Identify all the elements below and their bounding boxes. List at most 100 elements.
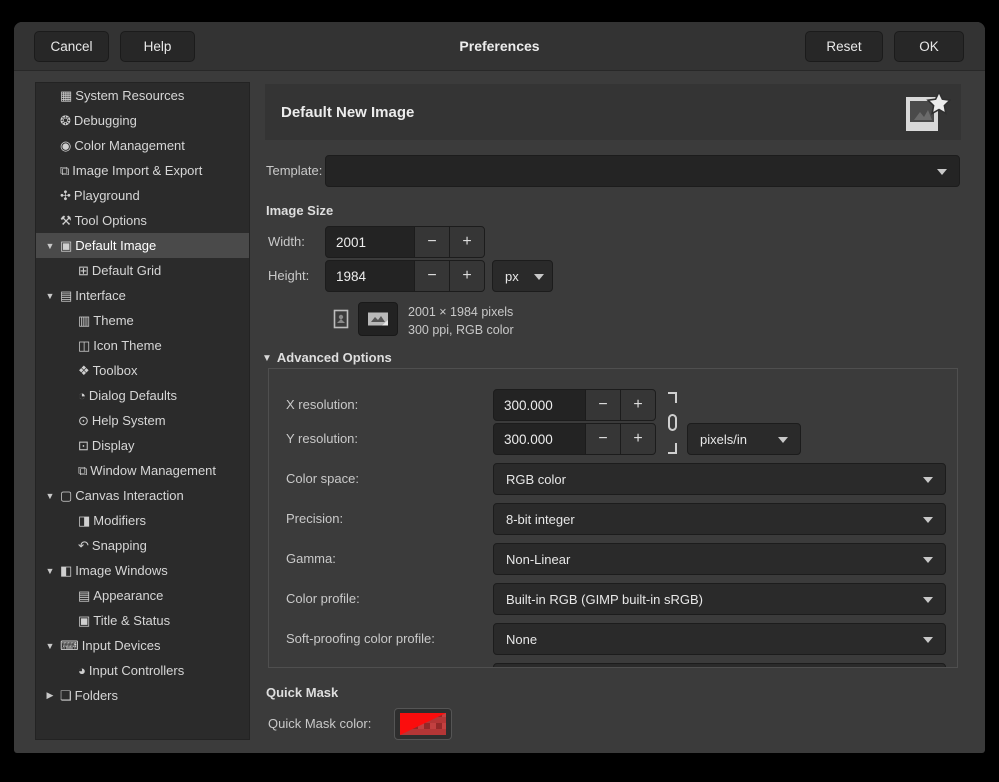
landscape-orientation-button[interactable] (358, 302, 398, 336)
help-system-icon: ⊙ (78, 414, 89, 427)
height-decrement-button[interactable]: − (414, 261, 449, 291)
sidebar-item-input-devices[interactable]: ▼⌨Input Devices (36, 633, 249, 658)
folders-icon: ❏ (60, 689, 72, 702)
height-label: Height: (268, 260, 309, 292)
window-management-icon: ⧉ (78, 464, 87, 477)
reset-button[interactable]: Reset (805, 31, 883, 62)
sidebar-item-label: Image Windows (75, 558, 167, 583)
display-icon: ⊡ (78, 439, 89, 452)
y-resolution-increment-button[interactable]: + (620, 424, 655, 454)
sidebar-item-display[interactable]: ⊡Display (36, 433, 249, 458)
sidebar-item-default-image[interactable]: ▼▣Default Image (36, 233, 249, 258)
sidebar-item-label: Input Devices (82, 633, 161, 658)
sidebar-item-image-import-export[interactable]: ⧉Image Import & Export (36, 158, 249, 183)
toolbox-icon: ❖ (78, 364, 90, 377)
height-increment-button[interactable]: + (449, 261, 484, 291)
sidebar-item-theme[interactable]: ▥Theme (36, 308, 249, 333)
sidebar-item-folders[interactable]: ▶❏Folders (36, 683, 249, 708)
color-profile-label: Color profile: (286, 583, 360, 615)
chevron-down-icon (923, 637, 933, 643)
chevron-down-icon (923, 597, 933, 603)
playground-icon: ✣ (60, 189, 71, 202)
sidebar-item-label: Color Management (74, 133, 185, 158)
sidebar-item-canvas-interaction[interactable]: ▼▢Canvas Interaction (36, 483, 249, 508)
gamma-combobox[interactable]: Non-Linear (493, 543, 946, 575)
height-input[interactable]: 1984 (326, 261, 414, 291)
sidebar-item-interface[interactable]: ▼ ▤Interface (36, 283, 249, 308)
sidebar-item-playground[interactable]: ✣Playground (36, 183, 249, 208)
resolution-unit-value: pixels/in (700, 432, 747, 447)
help-button[interactable]: Help (120, 31, 195, 62)
x-resolution-increment-button[interactable]: + (620, 390, 655, 420)
sidebar-item-modifiers[interactable]: ◨Modifiers (36, 508, 249, 533)
sidebar-item-label: Canvas Interaction (75, 483, 183, 508)
portrait-orientation-button[interactable] (328, 302, 354, 336)
color-space-label: Color space: (286, 463, 359, 495)
chevron-down-icon (923, 557, 933, 563)
expander-open-icon[interactable]: ▼ (44, 491, 56, 501)
sidebar-item-title-status[interactable]: ▣Title & Status (36, 608, 249, 633)
preferences-category-tree: ▦System Resources❂Debugging◉Color Manage… (35, 82, 250, 740)
color-space-combobox[interactable]: RGB color (493, 463, 946, 495)
default-new-image-icon (901, 90, 951, 141)
ok-button[interactable]: OK (894, 31, 964, 62)
sidebar-item-tool-options[interactable]: ⚒Tool Options (36, 208, 249, 233)
sidebar-item-icon-theme[interactable]: ◫Icon Theme (36, 333, 249, 358)
cancel-button[interactable]: Cancel (34, 31, 109, 62)
sidebar-item-label: Window Management (90, 458, 216, 483)
expander-open-icon[interactable]: ▼ (44, 241, 56, 251)
color-profile-combobox[interactable]: Built-in RGB (GIMP built-in sRGB) (493, 583, 946, 615)
soft-proofing-color-profile-combobox[interactable]: None (493, 623, 946, 655)
advanced-options-expander[interactable]: ▼Advanced Options (262, 350, 392, 365)
y-resolution-decrement-button[interactable]: − (585, 424, 620, 454)
x-resolution-label: X resolution: (286, 389, 358, 421)
resolution-chain-link-icon[interactable] (665, 391, 679, 460)
clipped-combobox[interactable] (493, 663, 946, 668)
size-unit-combobox[interactable]: px (492, 260, 553, 292)
dialog-defaults-icon: ◔ (78, 389, 86, 402)
width-increment-button[interactable]: + (449, 227, 484, 257)
icon-theme-icon: ◫ (78, 339, 90, 352)
quick-mask-color-button[interactable] (394, 708, 452, 740)
input-controllers-icon: ◕ (78, 664, 86, 677)
sidebar-item-label: Interface (75, 283, 126, 308)
width-label: Width: (268, 226, 305, 258)
sidebar-item-toolbox[interactable]: ❖Toolbox (36, 358, 249, 383)
expander-open-icon[interactable]: ▼ (44, 566, 56, 576)
resolution-unit-combobox[interactable]: pixels/in (687, 423, 801, 455)
image-import-export-icon: ⧉ (60, 164, 69, 177)
sidebar-item-input-controllers[interactable]: ◕Input Controllers (36, 658, 249, 683)
x-resolution-input[interactable]: 300.000 (494, 390, 585, 420)
sidebar-item-window-management[interactable]: ⧉Window Management (36, 458, 249, 483)
sidebar-item-image-windows[interactable]: ▼◧Image Windows (36, 558, 249, 583)
template-combobox[interactable] (325, 155, 960, 187)
sidebar-item-dialog-defaults[interactable]: ◔Dialog Defaults (36, 383, 249, 408)
sidebar-item-system-resources[interactable]: ▦System Resources (36, 83, 249, 108)
advanced-options-heading: Advanced Options (277, 350, 392, 365)
y-resolution-input[interactable]: 300.000 (494, 424, 585, 454)
image-size-summary-resolution: 300 ppi, RGB color (408, 323, 514, 337)
gamma-value: Non-Linear (506, 552, 570, 567)
expander-open-icon[interactable]: ▼ (44, 641, 56, 651)
precision-value: 8-bit integer (506, 512, 575, 527)
expander-open-icon[interactable]: ▼ (44, 291, 56, 301)
x-resolution-decrement-button[interactable]: − (585, 390, 620, 420)
sidebar-item-help-system[interactable]: ⊙Help System (36, 408, 249, 433)
color-profile-value: Built-in RGB (GIMP built-in sRGB) (506, 592, 703, 607)
precision-combobox[interactable]: 8-bit integer (493, 503, 946, 535)
sidebar-item-debugging[interactable]: ❂Debugging (36, 108, 249, 133)
interface-icon: ▤ (60, 289, 72, 302)
sidebar-item-snapping[interactable]: ↶Snapping (36, 533, 249, 558)
sidebar-item-default-grid[interactable]: ⊞Default Grid (36, 258, 249, 283)
sidebar-item-label: Display (92, 433, 135, 458)
default-grid-icon: ⊞ (78, 264, 89, 277)
sidebar-item-color-management[interactable]: ◉Color Management (36, 133, 249, 158)
chevron-down-icon (778, 437, 788, 443)
sidebar-item-appearance[interactable]: ▤Appearance (36, 583, 249, 608)
width-input[interactable]: 2001 (326, 227, 414, 257)
expander-closed-icon[interactable]: ▶ (44, 690, 56, 701)
sidebar-item-label: Input Controllers (89, 658, 184, 683)
sidebar-item-label: Image Import & Export (72, 158, 202, 183)
width-decrement-button[interactable]: − (414, 227, 449, 257)
page-header: Default New Image (265, 84, 961, 140)
